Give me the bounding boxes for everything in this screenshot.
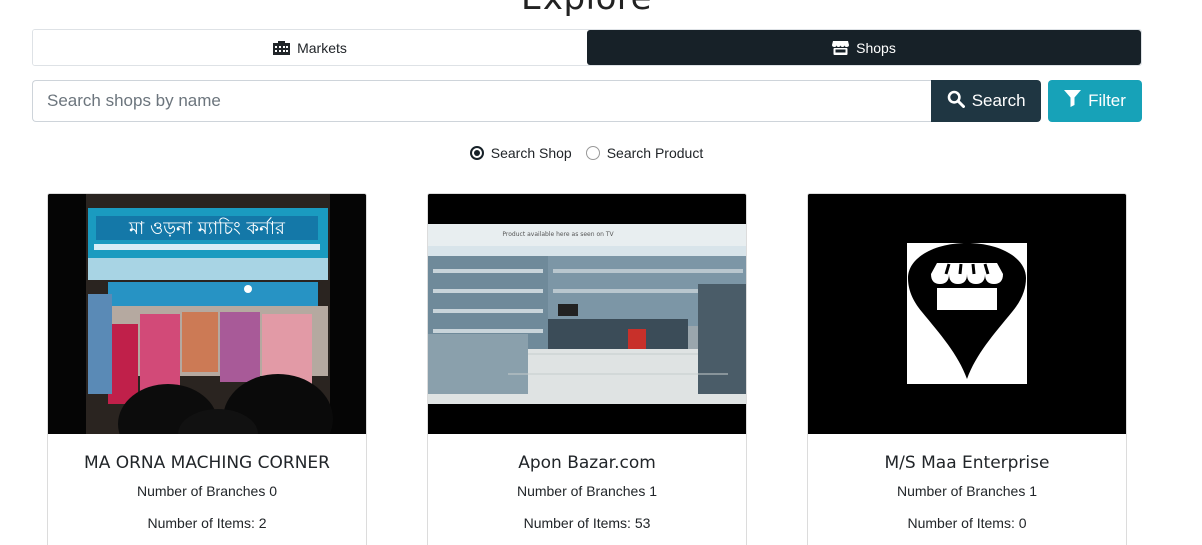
shop-card[interactable]: মা ওড়না ম্যাচিং কর্নার MA ORNA MACHING … — [47, 193, 367, 545]
shop-items: Number of Items: 2 — [147, 515, 267, 531]
shop-items: Number of Items: 0 — [907, 515, 1027, 531]
tab-shops-label: Shops — [856, 39, 896, 56]
shop-image: মা ওড়না ম্যাচিং কর্নার — [48, 194, 366, 434]
shop-branches: Number of Branches 1 — [516, 483, 658, 499]
svg-text:Product available here as seen: Product available here as seen on TV — [502, 231, 614, 238]
search-icon — [947, 90, 965, 113]
radio-search-shop-label: Search Shop — [490, 145, 572, 161]
shop-name[interactable]: MA ORNA MACHING CORNER — [48, 453, 366, 473]
radio-search-product[interactable]: Search Product — [585, 145, 704, 161]
radio-button-unchecked[interactable] — [585, 146, 600, 160]
search-mode-options: Search Shop Search Product — [0, 145, 1173, 161]
shop-image: Product available here as seen on TV — [428, 194, 746, 434]
search-bar: Search Filter — [32, 80, 1142, 122]
filter-button-label: Filter — [1088, 91, 1126, 110]
shop-placeholder-icon — [808, 194, 1126, 434]
shop-name[interactable]: Apon Bazar.com — [428, 453, 746, 473]
page-title: Explore — [0, 0, 1173, 18]
tab-shops[interactable]: Shops — [587, 30, 1141, 65]
shop-name[interactable]: M/S Maa Enterprise — [808, 453, 1126, 473]
radio-search-product-label: Search Product — [606, 145, 704, 161]
store-icon — [832, 40, 850, 55]
tab-markets[interactable]: Markets — [33, 30, 587, 65]
filter-button[interactable]: Filter — [1048, 80, 1142, 122]
shop-items: Number of Items: 53 — [523, 515, 651, 531]
shop-branches: Number of Branches 0 — [136, 483, 278, 499]
filter-icon — [1064, 90, 1082, 112]
svg-text:মা ওড়না ম্যাচিং কর্নার: মা ওড়না ম্যাচিং কর্নার — [128, 217, 286, 239]
search-button-label: Search — [971, 91, 1026, 110]
search-input[interactable] — [32, 80, 932, 122]
shop-card[interactable]: M/S Maa Enterprise Number of Branches 1 … — [807, 193, 1127, 545]
building-icon — [273, 40, 291, 55]
search-button[interactable]: Search — [931, 80, 1042, 122]
explore-tabs: Markets Shops — [32, 29, 1142, 66]
shop-card[interactable]: Product available here as seen on TV Apo… — [427, 193, 747, 545]
tab-markets-label: Markets — [297, 39, 347, 56]
radio-button-checked[interactable] — [469, 146, 484, 160]
radio-search-shop[interactable]: Search Shop — [469, 145, 572, 161]
shop-branches: Number of Branches 1 — [896, 483, 1038, 499]
